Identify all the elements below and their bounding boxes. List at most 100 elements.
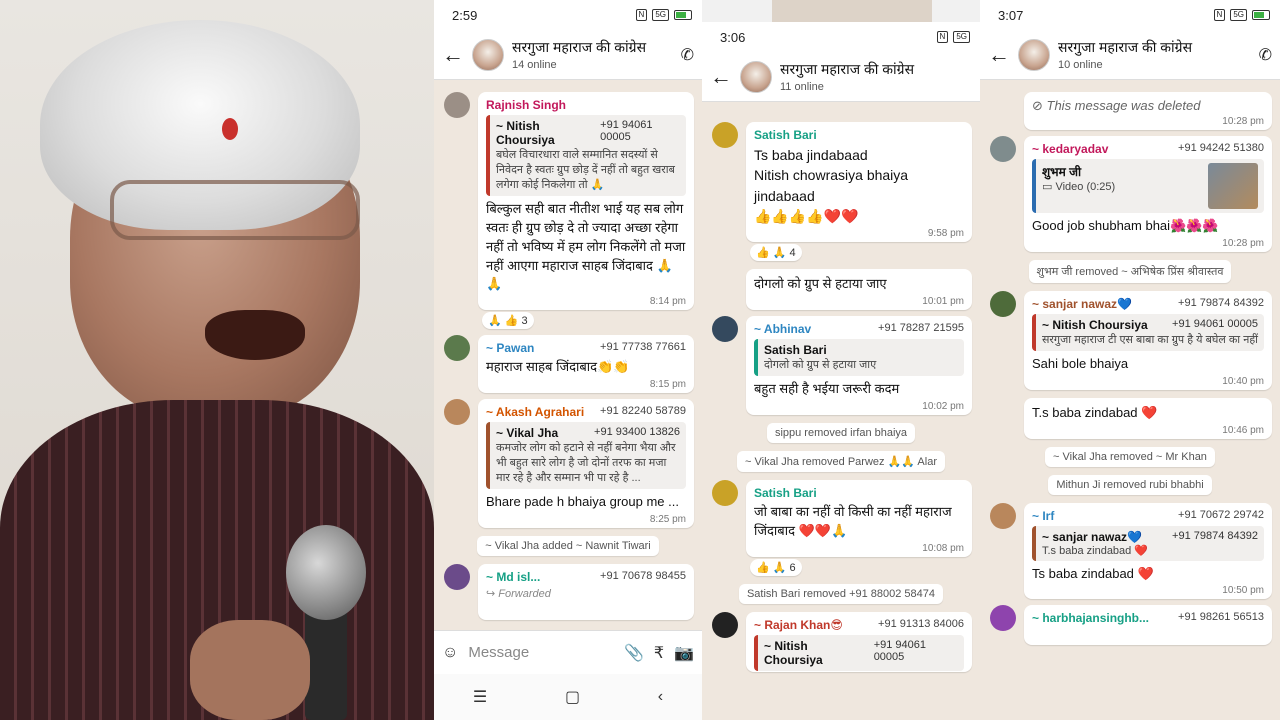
message-text: दोगलो को ग्रुप से हटाया जाए — [754, 276, 887, 292]
attach-icon[interactable]: 📎 — [624, 643, 644, 663]
message-bubble[interactable]: ~ Abhinav +91 78287 21595 Satish Bari दोग… — [712, 316, 972, 415]
speaker-photo — [0, 0, 434, 720]
sender-avatar[interactable] — [712, 316, 738, 343]
sender-avatar[interactable] — [990, 136, 1016, 162]
message-time: 10:46 pm — [1222, 424, 1264, 436]
quoted-message[interactable]: ~ Nitish Choursiya +91 94061 00005 बघेल व… — [486, 115, 686, 196]
message-list[interactable]: Rajnish Singh ~ Nitish Choursiya +91 9406… — [434, 80, 702, 626]
emoji-icon[interactable]: ☺ — [442, 644, 458, 662]
sender-avatar[interactable] — [712, 122, 738, 148]
message-time: 10:40 pm — [1222, 375, 1264, 387]
quote-phone: +91 94061 00005 — [1172, 317, 1258, 330]
quote-text: दोगलो को ग्रुप से हटाया जाए — [764, 359, 877, 372]
sender-avatar[interactable] — [444, 335, 470, 362]
chat-header: ← सरगुजा महाराज की कांग्रेस 14 online ✆ — [434, 30, 702, 80]
system-notice: Mithun Ji removed rubi bhabhi — [988, 474, 1272, 495]
sender-phone: +91 79874 84392 — [1178, 296, 1264, 309]
status-icons: N 5G — [635, 9, 692, 21]
call-icon[interactable]: ✆ — [681, 45, 694, 65]
message-time: 8:15 pm — [649, 379, 686, 391]
message-bubble[interactable]: Rajnish Singh ~ Nitish Choursiya +91 9406… — [444, 92, 694, 311]
sender-name[interactable]: ~ sanjar nawaz💙 — [1032, 297, 1132, 311]
message-bubble[interactable]: ~ Akash Agrahari +91 82240 58789 ~ Vikal … — [444, 399, 694, 528]
nav-back-icon[interactable]: ‹ — [658, 688, 663, 706]
sender-avatar[interactable] — [444, 399, 470, 426]
sender-avatar[interactable] — [444, 92, 470, 118]
message-text: जो बाबा का नहीं वो किसी का नहीं महाराज ज… — [754, 503, 952, 538]
quote-sender: ~ Nitish Choursiya — [496, 119, 555, 147]
group-avatar[interactable] — [740, 60, 772, 93]
sender-name[interactable]: ~ harbhajansinghb... — [1032, 611, 1149, 625]
collage: 2:59 N 5G ← सरगुजा महाराज की कांग्रेस 14 … — [0, 0, 1280, 720]
quote-sender: ~ Nitish Choursiya — [764, 638, 823, 667]
sender-avatar[interactable] — [990, 290, 1016, 317]
sender-name[interactable]: ~ Rajan Khan😎 — [754, 618, 843, 632]
sender-avatar[interactable] — [712, 611, 738, 638]
sender-avatar[interactable] — [990, 502, 1016, 529]
battery-icon — [1252, 10, 1270, 20]
sender-name[interactable]: ~ Pawan — [486, 341, 534, 355]
system-text: sippu removed irfan bhaiya — [766, 422, 916, 443]
message-bubble[interactable]: T.s baba zindabad ❤️ 10:46 pm — [1024, 397, 1272, 439]
sender-avatar[interactable] — [990, 605, 1016, 632]
sender-name[interactable]: ~ kedaryadav — [1032, 142, 1108, 156]
sender-avatar[interactable] — [712, 479, 738, 506]
system-text: Mithun Ji removed rubi bhabhi — [1048, 474, 1212, 495]
message-bubble[interactable]: ~ Pawan +91 77738 77661 महाराज साहब जिंदा… — [444, 335, 694, 394]
sender-name[interactable]: Satish Bari — [754, 486, 817, 500]
home-icon[interactable]: ▢ — [565, 687, 580, 707]
group-name[interactable]: सरगुजा महाराज की कांग्रेस — [780, 60, 972, 79]
camera-icon[interactable]: 📷 — [674, 643, 694, 663]
quoted-message[interactable]: ~ Vikal Jha +91 93400 13826 कमजोर लोग को … — [486, 422, 686, 490]
video-label: ▭ Video (0:25) — [1042, 181, 1116, 193]
hand — [190, 620, 310, 720]
message-time: 9:58 pm — [927, 228, 964, 240]
quoted-message[interactable]: ~ Nitish Choursiya +91 94061 00005 — [754, 634, 964, 671]
back-arrow-icon[interactable]: ← — [710, 64, 732, 90]
message-text: Ts baba jindabaad Nitish chowrasiya bhai… — [754, 147, 909, 224]
quoted-message[interactable]: Satish Bari दोगलो को ग्रुप से हटाया जाए — [754, 339, 964, 377]
recents-icon[interactable]: ☰ — [473, 687, 487, 707]
message-bubble[interactable]: ~ Irf +91 70672 29742 ~ sanjar nawaz💙 +91 … — [990, 502, 1272, 600]
group-name[interactable]: सरगुजा महाराज की कांग्रेस — [512, 38, 673, 57]
sender-name[interactable]: ~ Akash Agrahari — [486, 405, 584, 419]
sender-name[interactable]: ~ Md isl... — [486, 570, 540, 584]
deleted-text: This message was deleted — [1046, 98, 1201, 113]
group-avatar[interactable] — [1018, 38, 1050, 71]
message-bubble[interactable]: ~ Md isl... +91 70678 98455 ↪ Forwarded — [444, 563, 694, 620]
sender-avatar[interactable] — [444, 563, 470, 590]
sender-name[interactable]: Rajnish Singh — [486, 98, 566, 112]
back-arrow-icon[interactable]: ← — [442, 42, 464, 68]
message-bubble[interactable]: Satish Bari जो बाबा का नहीं वो किसी का न… — [712, 479, 972, 557]
message-bubble[interactable]: ~ sanjar nawaz💙 +91 79874 84392 ~ Nitish … — [990, 290, 1272, 390]
reactions[interactable]: 🙏 👍 3 — [482, 312, 534, 330]
tilak — [222, 118, 238, 140]
sender-name[interactable]: Satish Bari — [754, 128, 817, 142]
message-bubble[interactable]: ~ harbhajansinghb... +91 98261 56513 — [990, 605, 1272, 646]
back-arrow-icon[interactable]: ← — [988, 42, 1010, 68]
message-list[interactable]: ⊘ This message was deleted 10:28 pm ~ ke… — [980, 80, 1280, 651]
quoted-message[interactable]: ~ sanjar nawaz💙 +91 79874 84392 T.s baba … — [1032, 525, 1264, 561]
group-name[interactable]: सरगुजा महाराज की कांग्रेस — [1058, 38, 1251, 57]
call-icon[interactable]: ✆ — [1259, 45, 1272, 65]
system-notice: ~ Vikal Jha added ~ Nawnit Tiwari — [442, 535, 694, 556]
message-list[interactable]: Satish Bari Ts baba jindabaad Nitish cho… — [702, 102, 980, 678]
video-thumbnail[interactable] — [1208, 163, 1258, 209]
message-time: 10:08 pm — [922, 542, 964, 554]
message-bubble[interactable]: ~ kedaryadav +91 94242 51380 शुभम जी ▭ Vi… — [990, 136, 1272, 252]
reactions[interactable]: 👍 🙏 4 — [750, 244, 802, 262]
reactions[interactable]: 👍 🙏 6 — [750, 558, 802, 576]
battery-icon — [674, 10, 692, 20]
microphone-icon — [286, 525, 366, 620]
message-bubble[interactable]: ~ Rajan Khan😎 +91 91313 84006 ~ Nitish Ch… — [712, 611, 972, 672]
message-bubble[interactable]: Satish Bari Ts baba jindabaad Nitish cho… — [712, 122, 972, 243]
message-input[interactable]: Message — [468, 644, 614, 661]
payment-icon[interactable]: ₹ — [654, 643, 664, 663]
group-avatar[interactable] — [472, 38, 504, 71]
quoted-video[interactable]: शुभम जी ▭ Video (0:25) — [1032, 159, 1264, 213]
message-bubble[interactable]: दोगलो को ग्रुप से हटाया जाए 10:01 pm — [746, 269, 972, 311]
message-bubble[interactable]: ⊘ This message was deleted 10:28 pm — [1024, 92, 1272, 130]
sender-name[interactable]: ~ Irf — [1032, 509, 1054, 523]
sender-name[interactable]: ~ Abhinav — [754, 322, 811, 336]
quoted-message[interactable]: ~ Nitish Choursiya +91 94061 00005 सरगुजा… — [1032, 313, 1264, 351]
